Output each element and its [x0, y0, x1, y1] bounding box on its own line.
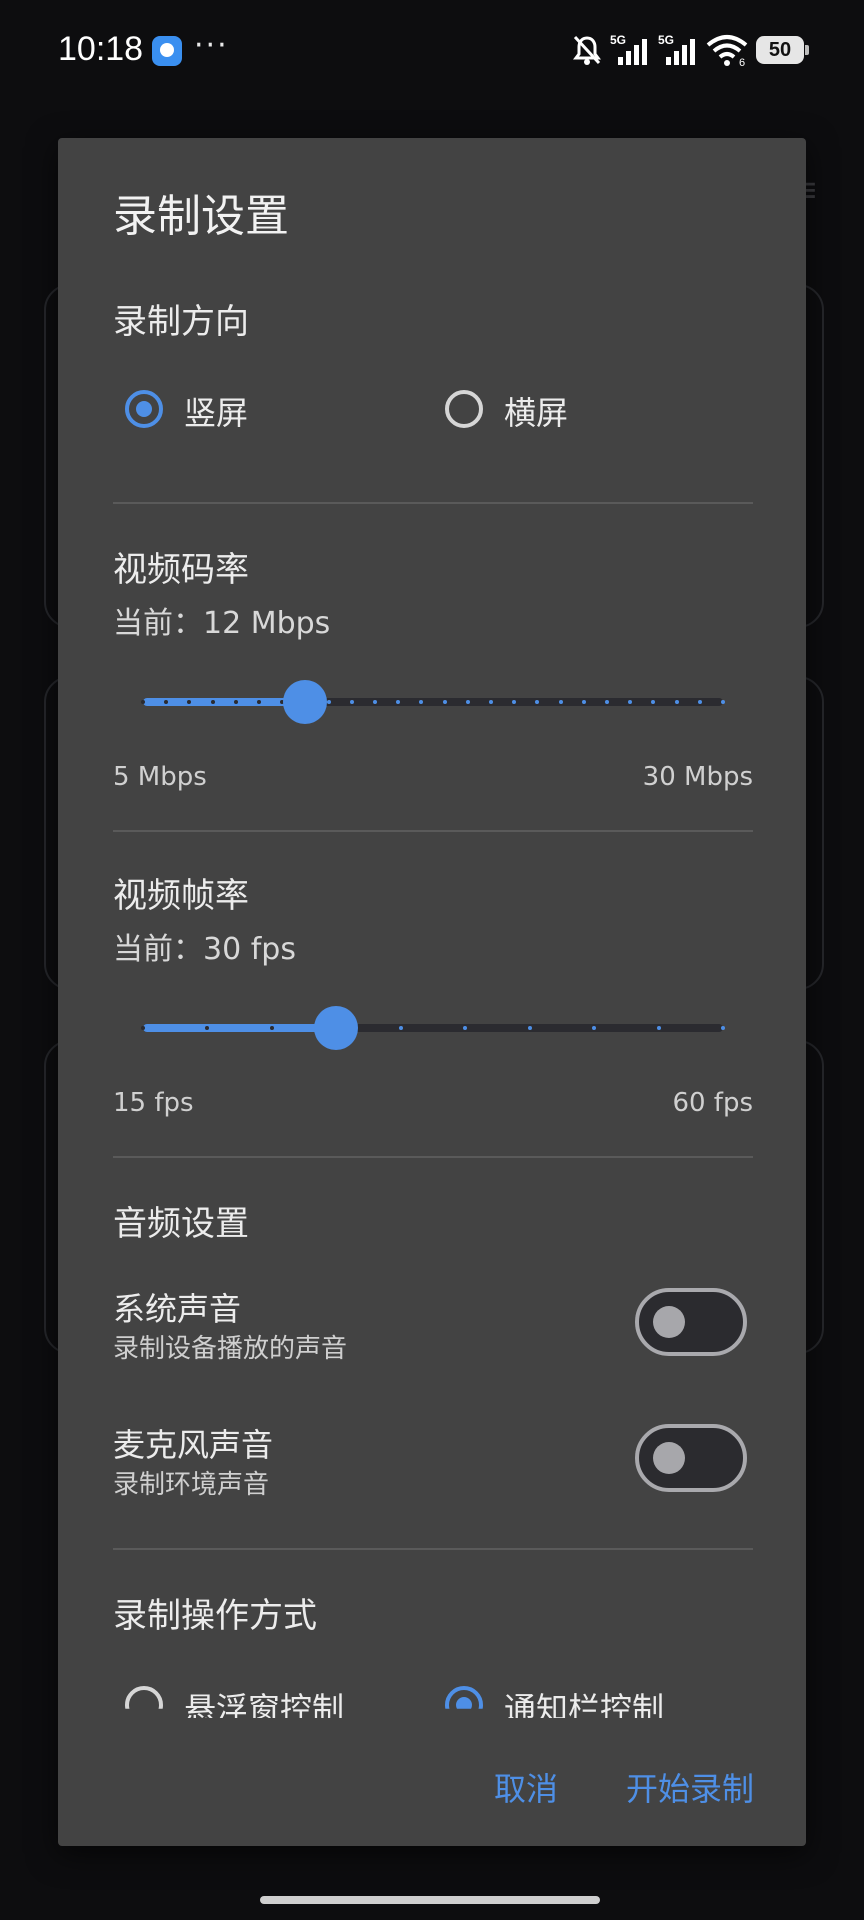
- landscape-radio[interactable]: [445, 390, 483, 428]
- wifi-label: 6: [739, 57, 745, 67]
- bitrate-max-label: 30 Mbps: [642, 762, 753, 792]
- slider-tick: [257, 700, 261, 704]
- framerate-current-value: 当前：30 fps: [113, 932, 296, 967]
- framerate-section-title: 视频帧率: [113, 876, 249, 916]
- status-time: 10:18: [58, 30, 144, 68]
- system-sound-subtitle: 录制设备播放的声音: [113, 1334, 348, 1364]
- toggle-knob: [653, 1442, 685, 1474]
- framerate-min-label: 15 fps: [113, 1088, 194, 1118]
- bitrate-current-value: 当前：12 Mbps: [113, 606, 331, 641]
- slider-tick: [349, 700, 354, 704]
- slider-tick: [527, 1026, 532, 1030]
- mic-sound-subtitle: 录制环境声音: [113, 1470, 270, 1500]
- orientation-section-title: 录制方向: [113, 302, 249, 342]
- divider: [113, 502, 753, 504]
- app-notification-icon: [152, 36, 182, 66]
- bitrate-slider[interactable]: [141, 680, 725, 724]
- portrait-label: 竖屏: [184, 394, 249, 432]
- divider: [113, 830, 753, 832]
- slider-tick: [465, 700, 470, 704]
- divider: [113, 1156, 753, 1158]
- slider-tick: [558, 700, 563, 704]
- toggle-knob: [653, 1306, 685, 1338]
- home-indicator[interactable]: [260, 1896, 600, 1904]
- framerate-slider[interactable]: [141, 1006, 725, 1050]
- slider-tick: [697, 700, 702, 704]
- floating-window-label: 悬浮窗控制: [184, 1690, 345, 1718]
- system-sound-title: 系统声音: [113, 1290, 242, 1328]
- more-notifications-icon: ···: [194, 28, 229, 63]
- slider-tick: [442, 700, 447, 704]
- control-mode-section-title: 录制操作方式: [113, 1596, 317, 1636]
- start-recording-button[interactable]: 开始录制: [626, 1764, 754, 1810]
- divider: [113, 1548, 753, 1550]
- slider-fill: [143, 1024, 337, 1032]
- framerate-slider-thumb[interactable]: [314, 1006, 359, 1050]
- landscape-label: 横屏: [504, 394, 569, 432]
- slider-tick: [674, 700, 679, 704]
- audio-section-title: 音频设置: [113, 1204, 249, 1244]
- cancel-button[interactable]: 取消: [494, 1764, 558, 1810]
- battery-icon: 50: [756, 36, 809, 64]
- slider-tick: [721, 1026, 725, 1030]
- bell-muted-icon: [572, 34, 602, 66]
- wifi-icon: 6: [706, 33, 748, 67]
- slider-tick: [141, 1026, 145, 1030]
- slider-tick: [141, 700, 145, 704]
- bitrate-min-label: 5 Mbps: [113, 762, 207, 792]
- signal-label-2: 5G: [658, 33, 674, 47]
- floating-window-radio[interactable]: [125, 1686, 163, 1709]
- framerate-max-label: 60 fps: [672, 1088, 753, 1118]
- slider-tick: [233, 700, 238, 704]
- portrait-radio[interactable]: [125, 390, 163, 428]
- slider-tick: [721, 700, 725, 704]
- slider-tick: [373, 700, 377, 704]
- slider-tick: [398, 1026, 403, 1030]
- recording-settings-dialog: 录制设置 录制方向 竖屏 横屏 视频码率 当前：12 Mbps 5 Mbps 3…: [58, 138, 806, 1846]
- slider-tick: [581, 700, 586, 704]
- slider-tick: [210, 700, 215, 704]
- signal-label-1: 5G: [610, 33, 626, 47]
- status-bar: 10:18 ··· 5G 5G 6 50: [0, 0, 864, 104]
- slider-tick: [326, 700, 331, 704]
- signal-5g-icon: 5G: [610, 33, 650, 67]
- bitrate-section-title: 视频码率: [113, 550, 249, 590]
- notification-bar-radio[interactable]: [445, 1686, 483, 1709]
- dialog-title: 录制设置: [113, 191, 289, 242]
- slider-tick: [269, 1026, 274, 1030]
- system-sound-toggle[interactable]: [635, 1288, 747, 1356]
- mic-sound-toggle[interactable]: [635, 1424, 747, 1492]
- signal-5g-icon-2: 5G: [658, 33, 698, 67]
- status-icons: 5G 5G 6 50: [572, 30, 809, 70]
- mic-sound-title: 麦克风声音: [113, 1426, 274, 1464]
- bitrate-slider-thumb[interactable]: [283, 680, 328, 724]
- notification-bar-label: 通知栏控制: [504, 1690, 665, 1718]
- slider-tick: [489, 700, 493, 704]
- slider-tick: [656, 1026, 661, 1030]
- slider-tick: [605, 700, 609, 704]
